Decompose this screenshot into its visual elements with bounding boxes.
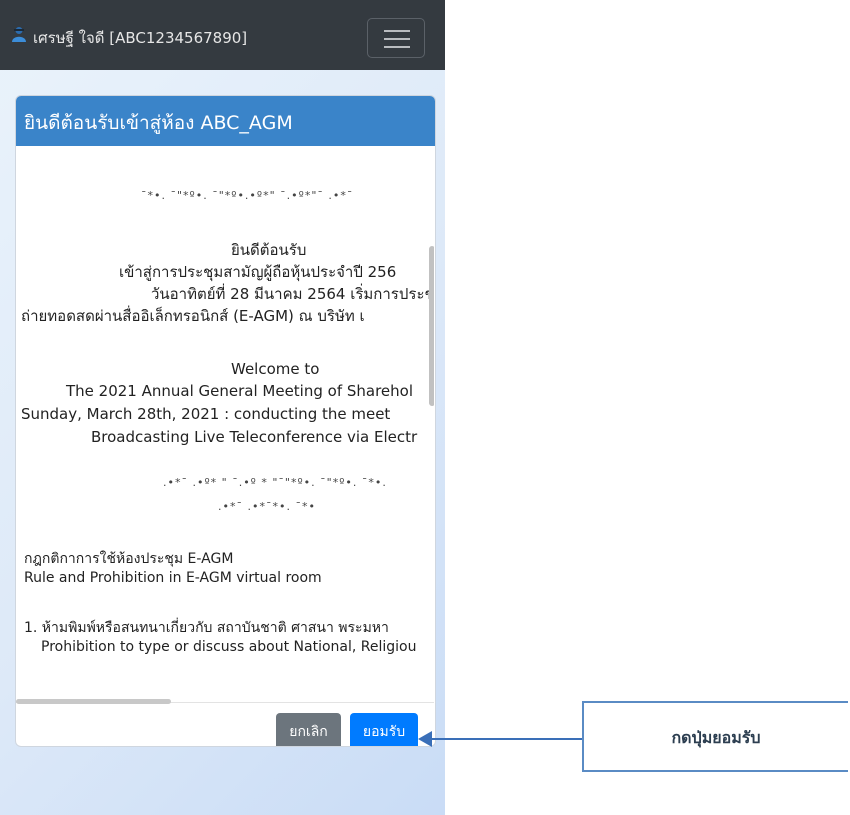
decorative-divider-bottom-1: .•*¯ .•º* " ¯.•º * "¯"*º•. ¯"*º•. ¯*•. [163,476,387,489]
welcome-th-line-1: ยินดีต้อนรับ [231,241,307,259]
modal-title: ยินดีต้อนรับเข้าสู่ห้อง ABC_AGM [24,112,293,134]
hamburger-line [384,46,410,48]
hamburger-menu-button[interactable] [367,18,425,58]
modal-body-scroll-area[interactable]: ¯*•. ¯"*º•. ¯"*º•.•º*" ¯.•º*"¯ .•*¯ ยินด… [16,146,434,703]
accept-button[interactable]: ยอมรับ [350,713,418,746]
callout-arrow-head-icon [418,731,432,747]
decorative-divider-top: ¯*•. ¯"*º•. ¯"*º•.•º*" ¯.•º*"¯ .•*¯ [141,189,354,202]
welcome-en-line-2: The 2021 Annual General Meeting of Share… [66,382,414,400]
instruction-callout-text: กดปุ่มยอมรับ [671,728,761,747]
welcome-en-line-4: Broadcasting Live Teleconference via Ele… [91,428,418,446]
welcome-th-line-2: เข้าสู่การประชุมสามัญผู้ถือหุ้นประจำปี 2… [119,263,397,281]
user-name-label: เศรษฐี ใจดี [ABC1234567890] [33,29,248,47]
cancel-button[interactable]: ยกเลิก [276,713,341,746]
modal-header: ยินดีต้อนรับเข้าสู่ห้อง ABC_AGM [16,96,435,146]
welcome-th-line-4: ถ่ายทอดสดผ่านสื่ออิเล็กทรอนิกส์ (E-AGM) … [21,307,365,325]
welcome-en-line-3: Sunday, March 28th, 2021 : conducting th… [21,405,391,423]
instruction-callout-box: กดปุ่มยอมรับ [582,701,848,772]
modal-footer: ยกเลิก ยอมรับ [16,702,435,746]
hamburger-line [384,38,410,40]
rule-1-th: 1. ห้ามพิมพ์หรือสนทนาเกี่ยวกับ สถาบันชาต… [24,620,389,636]
welcome-modal: ยินดีต้อนรับเข้าสู่ห้อง ABC_AGM ¯*•. ¯"*… [15,95,436,747]
welcome-en-line-1: Welcome to [231,360,320,378]
vertical-scrollbar[interactable] [429,246,434,406]
top-navbar: เศรษฐี ใจดี [ABC1234567890] [0,0,445,70]
decorative-divider-bottom-2: .•*¯ .•*¯*•. ¯*• [218,500,316,513]
welcome-th-line-3: วันอาทิตย์ที่ 28 มีนาคม 2564 เริ่มการประ… [151,285,434,303]
hamburger-line [384,30,410,32]
user-avatar-icon [12,27,26,42]
callout-arrow-line [420,738,582,740]
rules-title-en: Rule and Prohibition in E-AGM virtual ro… [24,570,322,586]
rule-1-en: Prohibition to type or discuss about Nat… [41,639,417,655]
mobile-app-screen: เศรษฐี ใจดี [ABC1234567890] ยินดีต้อนรับ… [0,0,445,815]
rules-title-th: กฎกติกาการใช้ห้องประชุม E-AGM [24,551,234,567]
